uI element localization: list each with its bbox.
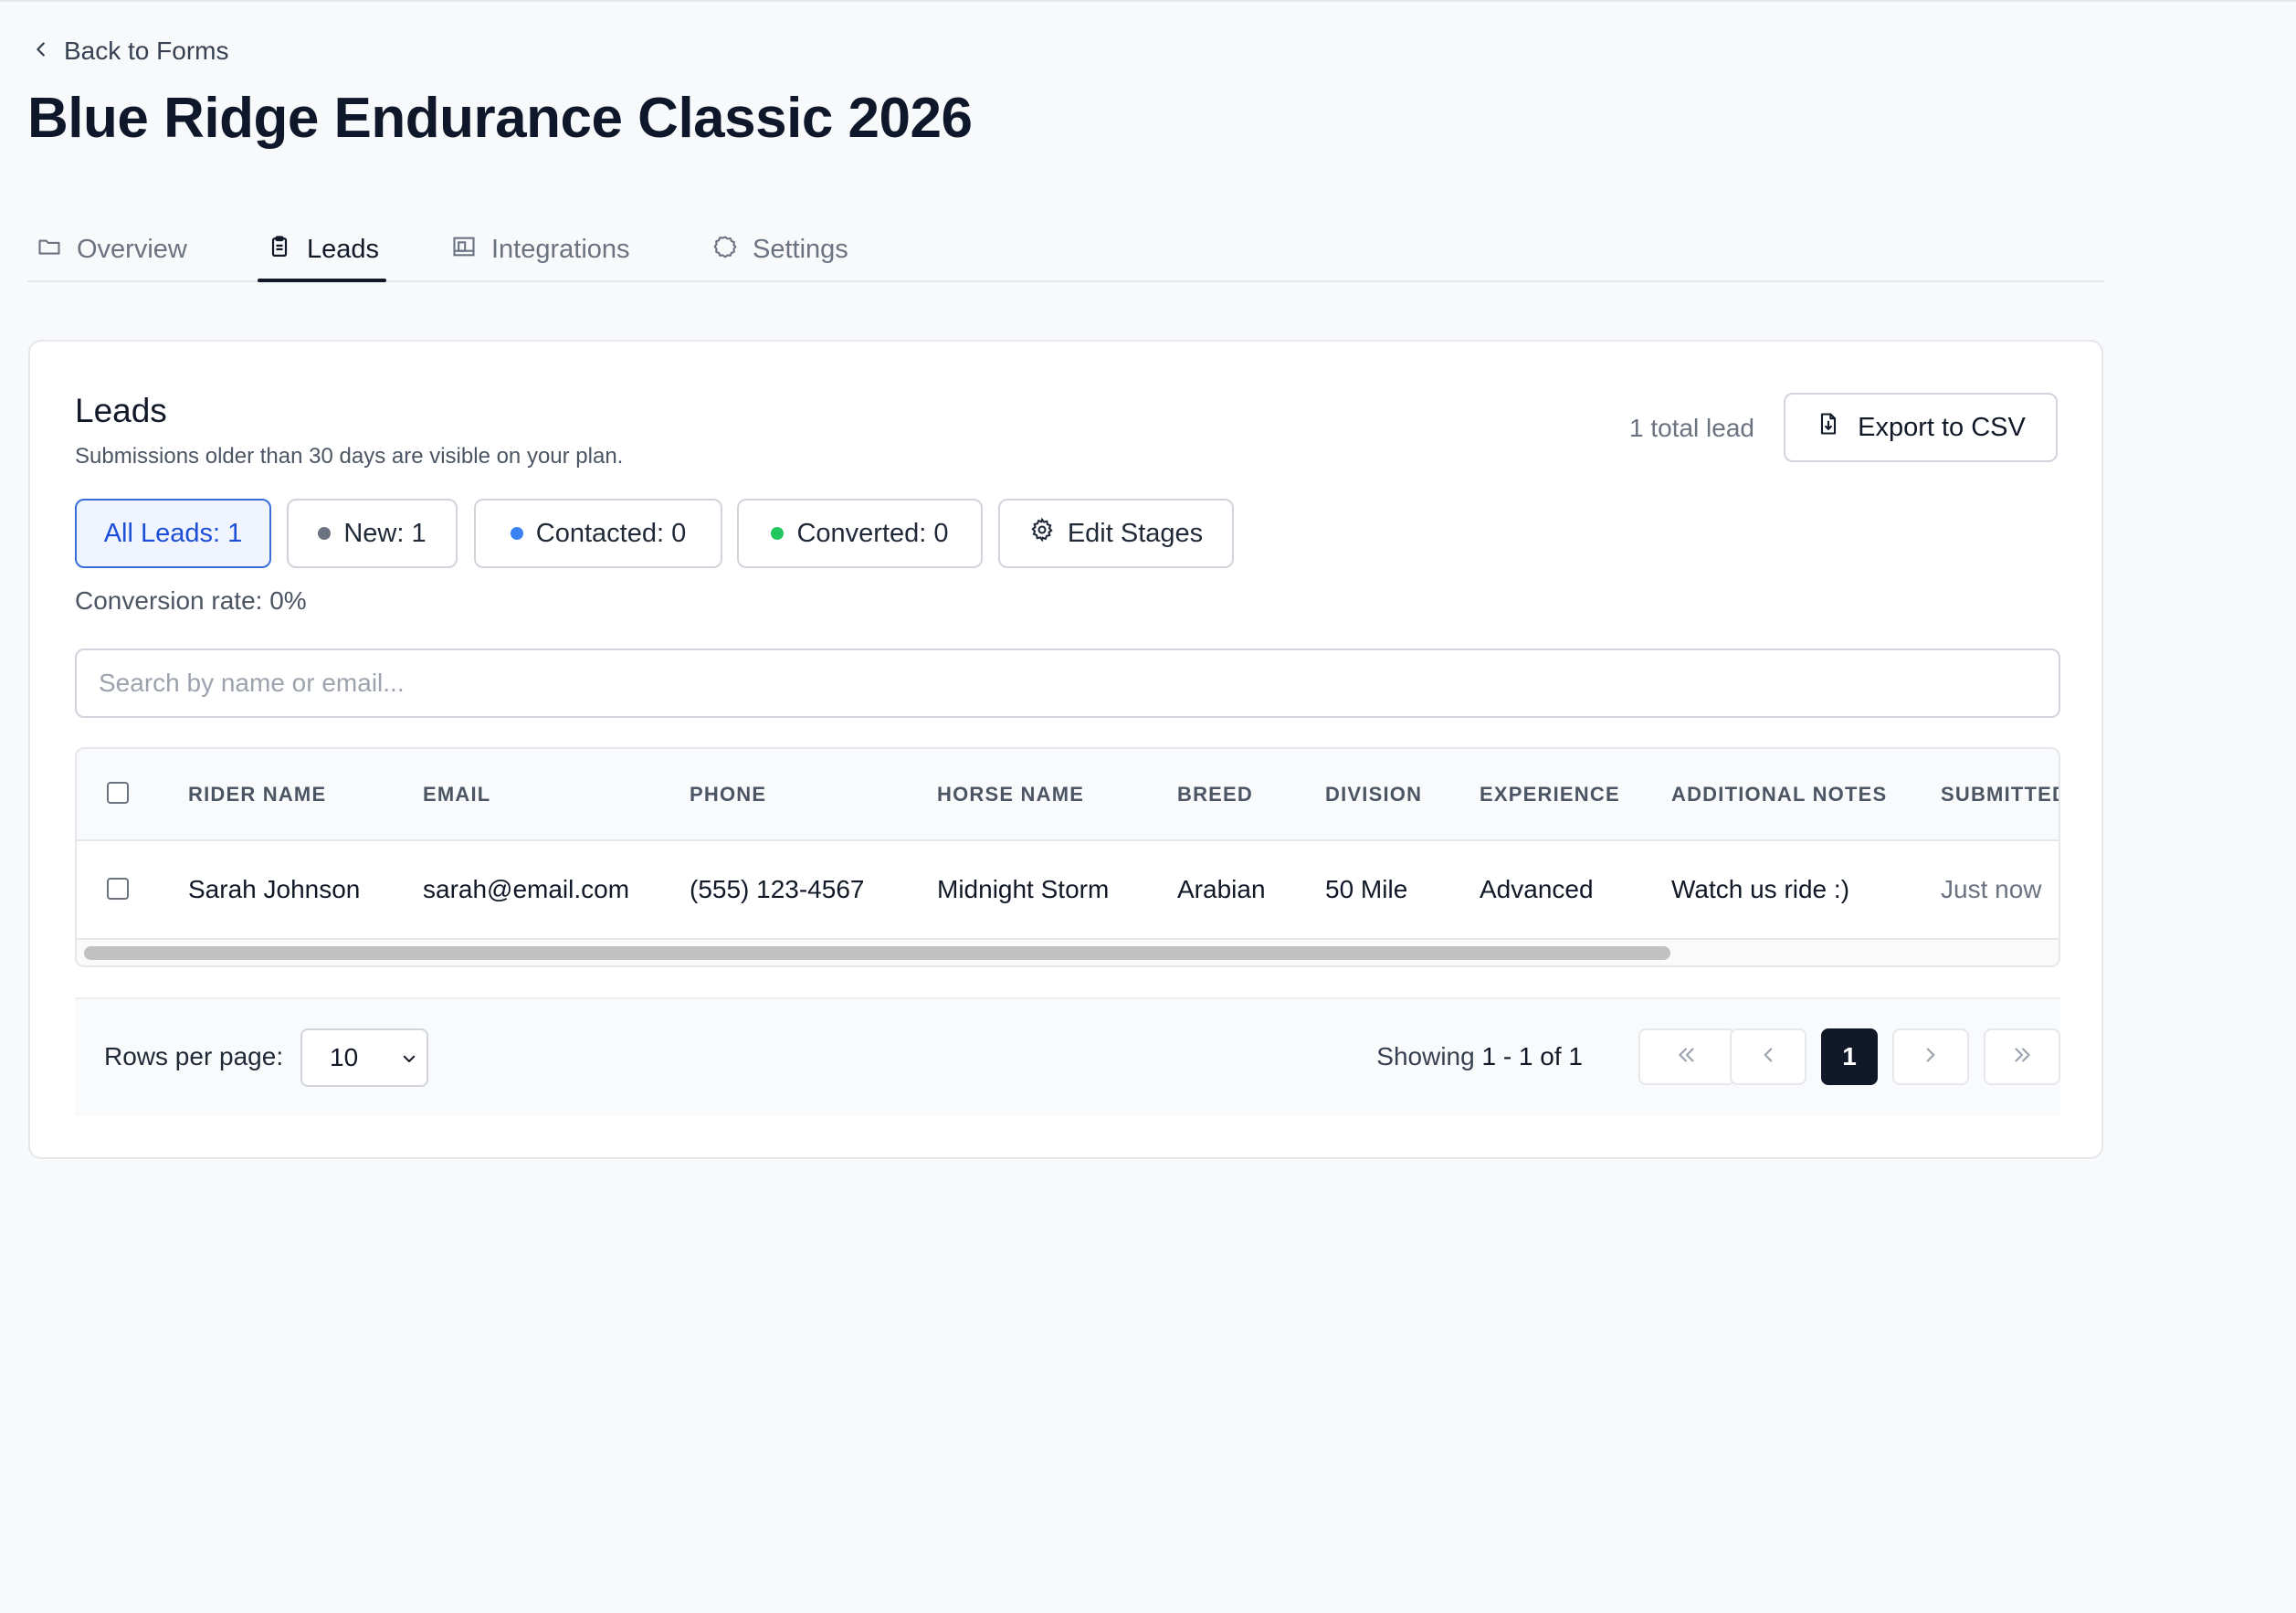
tab-bar: Overview Leads Integrations Settings bbox=[27, 219, 2104, 282]
filter-all-leads[interactable]: All Leads: 1 bbox=[75, 499, 271, 568]
showing-prefix: Showing bbox=[1376, 1042, 1475, 1070]
back-to-forms-link[interactable]: Back to Forms bbox=[31, 37, 228, 66]
table-header: RIDER NAME EMAIL PHONE HORSE NAME BREED … bbox=[77, 749, 2059, 841]
showing-range: 1 - 1 bbox=[1481, 1042, 1533, 1070]
status-dot bbox=[771, 527, 785, 540]
status-dot bbox=[318, 527, 332, 540]
rider-name-cell: Sarah Johnson bbox=[188, 875, 361, 903]
column-header[interactable]: DIVISION bbox=[1325, 749, 1422, 839]
column-header[interactable]: EMAIL bbox=[423, 749, 490, 839]
experience-cell: Advanced bbox=[1480, 875, 1594, 903]
chevrons-right-icon bbox=[2010, 1043, 2034, 1071]
rows-per-page-value: 10 bbox=[330, 1043, 359, 1071]
chevron-left-icon bbox=[1756, 1043, 1780, 1071]
filter-label: All Leads: 1 bbox=[103, 518, 243, 548]
scrollbar-thumb[interactable] bbox=[84, 946, 1670, 960]
table-row[interactable]: Sarah Johnson sarah@email.com (555) 123-… bbox=[77, 841, 2059, 940]
chevron-left-icon bbox=[31, 37, 51, 66]
column-header[interactable]: BREED bbox=[1177, 749, 1253, 839]
leads-table: RIDER NAME EMAIL PHONE HORSE NAME BREED … bbox=[75, 747, 2060, 967]
tab-label: Integrations bbox=[491, 235, 630, 264]
breed-cell: Arabian bbox=[1177, 875, 1266, 903]
edit-stages-button[interactable]: Edit Stages bbox=[998, 499, 1234, 568]
row-checkbox[interactable] bbox=[107, 878, 129, 900]
filter-label: New: 1 bbox=[343, 518, 427, 548]
submitted-cell: Just now bbox=[1941, 875, 2042, 903]
filter-contacted[interactable]: Contacted: 0 bbox=[474, 499, 722, 568]
showing-total: 1 bbox=[1568, 1042, 1583, 1070]
column-header[interactable]: ADDITIONAL NOTES bbox=[1671, 749, 1887, 839]
clipboard-icon bbox=[267, 234, 292, 267]
horse-name-cell: Midnight Storm bbox=[937, 875, 1110, 903]
gear-icon bbox=[712, 234, 738, 267]
column-header[interactable]: SUBMITTED bbox=[1941, 749, 2059, 839]
integrations-icon bbox=[451, 234, 477, 267]
column-header[interactable]: EXPERIENCE bbox=[1480, 749, 1620, 839]
tab-leads[interactable]: Leads bbox=[257, 219, 387, 282]
next-page-button[interactable] bbox=[1892, 1028, 1969, 1085]
select-all-checkbox[interactable] bbox=[107, 782, 129, 804]
phone-cell: (555) 123-4567 bbox=[690, 875, 865, 903]
notes-cell: Watch us ride :) bbox=[1671, 875, 1850, 903]
export-label: Export to CSV bbox=[1858, 412, 2026, 442]
division-cell: 50 Mile bbox=[1325, 875, 1408, 903]
column-header[interactable]: HORSE NAME bbox=[937, 749, 1084, 839]
folder-icon bbox=[37, 234, 62, 267]
filter-label: Contacted: 0 bbox=[535, 518, 687, 548]
filter-new[interactable]: New: 1 bbox=[287, 499, 458, 568]
first-page-button[interactable] bbox=[1638, 1028, 1735, 1085]
tab-label: Leads bbox=[307, 235, 380, 264]
top-border bbox=[0, 0, 2296, 2]
column-header[interactable]: RIDER NAME bbox=[188, 749, 326, 839]
previous-page-button[interactable] bbox=[1730, 1028, 1806, 1085]
showing-of: of bbox=[1540, 1042, 1562, 1070]
conversion-rate: Conversion rate: 0% bbox=[75, 586, 307, 615]
chevron-right-icon bbox=[1919, 1043, 1943, 1071]
file-export-icon bbox=[1816, 411, 1841, 444]
tab-label: Overview bbox=[77, 235, 187, 264]
page-1-button[interactable]: 1 bbox=[1821, 1028, 1878, 1085]
rows-per-page-label: Rows per page: bbox=[104, 1042, 284, 1070]
rows-per-page-select[interactable]: 10 bbox=[300, 1028, 428, 1087]
status-dot bbox=[510, 527, 523, 540]
filter-converted[interactable]: Converted: 0 bbox=[737, 499, 983, 568]
tab-overview[interactable]: Overview bbox=[37, 219, 187, 280]
leads-card: Leads Submissions older than 30 days are… bbox=[28, 340, 2103, 1159]
export-csv-button[interactable]: Export to CSV bbox=[1784, 393, 2058, 462]
back-label: Back to Forms bbox=[64, 37, 229, 65]
leads-title: Leads bbox=[75, 392, 167, 429]
pagination-bar: Rows per page: 10 Showing 1 - 1 of 1 1 bbox=[75, 997, 2060, 1116]
filter-label: Edit Stages bbox=[1067, 518, 1204, 548]
total-leads-count: 1 total lead bbox=[1629, 414, 1754, 442]
tab-settings[interactable]: Settings bbox=[712, 219, 848, 280]
leads-subtitle: Submissions older than 30 days are visib… bbox=[75, 444, 624, 469]
search-input[interactable] bbox=[75, 648, 2060, 718]
tab-label: Settings bbox=[753, 235, 848, 264]
filter-label: Converted: 0 bbox=[796, 518, 949, 548]
page-title: Blue Ridge Endurance Classic 2026 bbox=[27, 87, 973, 150]
showing-text: Showing 1 - 1 of 1 bbox=[1376, 1042, 1583, 1071]
horizontal-scrollbar[interactable] bbox=[77, 940, 2059, 965]
chevrons-left-icon bbox=[1675, 1043, 1699, 1071]
email-cell: sarah@email.com bbox=[423, 875, 630, 903]
gear-icon bbox=[1029, 517, 1055, 550]
column-header[interactable]: PHONE bbox=[690, 749, 766, 839]
tab-integrations[interactable]: Integrations bbox=[451, 219, 630, 280]
last-page-button[interactable] bbox=[1984, 1028, 2060, 1085]
